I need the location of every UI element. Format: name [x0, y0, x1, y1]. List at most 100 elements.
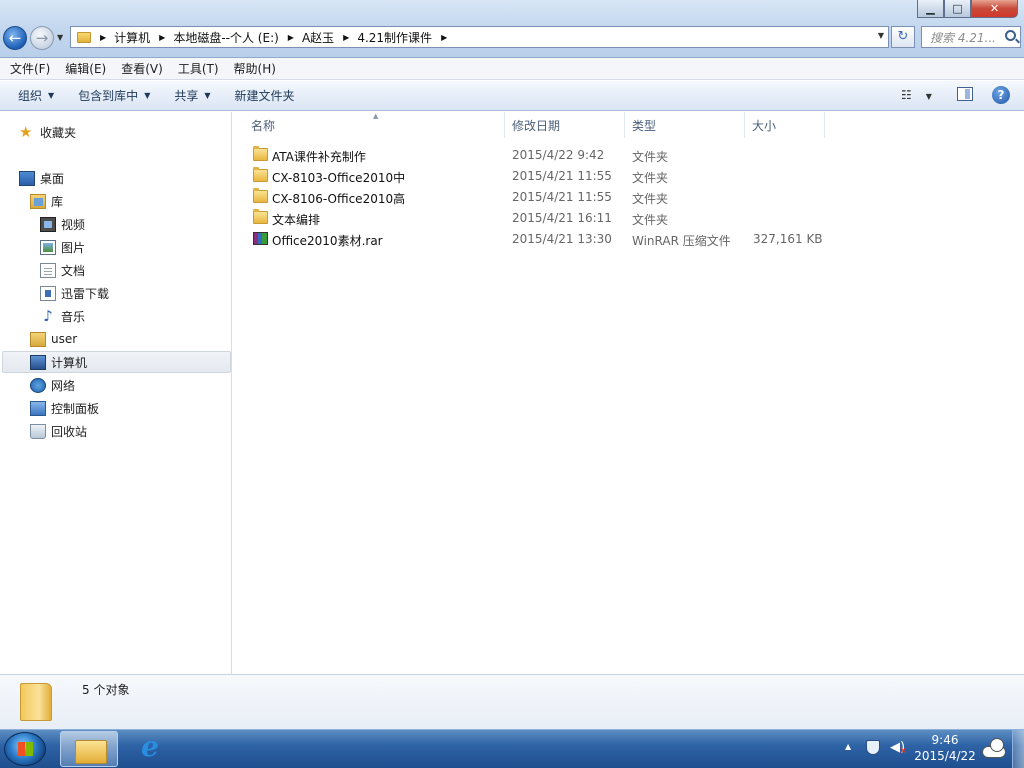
volume-muted-icon[interactable]: ◀) ✕ — [890, 740, 907, 757]
address-bar[interactable]: ▶ 计算机 ▶ 本地磁盘--个人 (E:) ▶ A赵玉 ▶ 4.21制作课件 ▶… — [70, 26, 889, 48]
file-row[interactable]: 文本编排 2015/4/21 16:11 文件夹 — [247, 208, 847, 229]
start-button[interactable] — [4, 732, 46, 766]
sidebar-item-libraries[interactable]: 库 — [30, 190, 63, 212]
breadcrumb-separator-icon[interactable]: ▶ — [159, 33, 165, 42]
sidebar-item-label: 控制面板 — [51, 401, 100, 416]
file-date-modified: 2015/4/21 16:11 — [512, 211, 612, 225]
breadcrumb-separator-icon[interactable]: ▶ — [441, 33, 447, 42]
refresh-button[interactable]: ↻ — [891, 26, 915, 48]
breadcrumb-current-folder[interactable]: 4.21制作课件 — [357, 29, 432, 46]
file-name: CX-8106-Office2010高 — [272, 192, 406, 206]
sidebar-item-computer[interactable]: 计算机 — [30, 351, 87, 373]
file-row[interactable]: ATA课件补充制作 2015/4/22 9:42 文件夹 — [247, 145, 847, 166]
sidebar-item-documents[interactable]: 文档 — [40, 259, 85, 281]
sidebar-item-desktop[interactable]: 桌面 — [19, 167, 64, 189]
sidebar-item-user[interactable]: user — [30, 328, 77, 350]
search-icon[interactable] — [1005, 30, 1016, 41]
organize-button[interactable]: 组织 ▼ — [18, 87, 54, 104]
help-icon[interactable]: ? — [992, 86, 1010, 104]
sidebar-item-pictures[interactable]: 图片 — [40, 236, 85, 258]
file-row[interactable]: CX-8106-Office2010高 2015/4/21 11:55 文件夹 — [247, 187, 847, 208]
breadcrumb-folder-zhaoyu[interactable]: A赵玉 — [302, 29, 334, 46]
include-in-library-button[interactable]: 包含到库中 ▼ — [78, 87, 150, 104]
sidebar-item-thunder-downloads[interactable]: 迅雷下载 — [40, 282, 109, 304]
file-date-modified: 2015/4/21 13:30 — [512, 232, 612, 246]
include-in-library-label: 包含到库中 — [78, 89, 139, 103]
chevron-down-icon: ▼ — [925, 92, 932, 101]
forward-button[interactable]: → — [30, 26, 54, 50]
sidebar-item-videos[interactable]: 视频 — [40, 213, 85, 235]
show-desktop-button[interactable] — [1012, 730, 1024, 768]
picture-icon — [40, 239, 56, 255]
search-input[interactable]: 搜索 4.21... — [921, 26, 1021, 48]
breadcrumb: 计算机 ▶ 本地磁盘--个人 (E:) ▶ A赵玉 ▶ 4.21制作课件 ▶ — [114, 29, 455, 46]
star-icon: ★ — [19, 122, 33, 141]
column-header-name[interactable]: 名称 — [243, 112, 505, 138]
preview-pane-icon[interactable] — [957, 87, 973, 101]
sidebar-item-control-panel[interactable]: 控制面板 — [30, 397, 99, 419]
change-view-button[interactable]: ☷ ▼ — [901, 88, 932, 102]
file-list: ▲ 名称 修改日期 类型 大小 ATA课件补充制作 2015/4/22 9:42… — [233, 112, 1024, 674]
file-type: 文件夹 — [632, 150, 669, 164]
address-folder-icon — [77, 31, 91, 43]
sidebar-item-favorites[interactable]: ★ 收藏夹 — [19, 121, 76, 143]
menu-help[interactable]: 帮助(H) — [234, 60, 276, 77]
file-row[interactable]: Office2010素材.rar 2015/4/21 13:30 WinRAR … — [247, 229, 847, 250]
winrar-archive-icon — [253, 232, 268, 245]
file-name: ATA课件补充制作 — [272, 150, 366, 164]
file-name: 文本编排 — [272, 213, 321, 227]
chevron-down-icon: ▼ — [48, 91, 55, 100]
menu-edit[interactable]: 编辑(E) — [65, 60, 106, 77]
control-panel-icon — [30, 400, 46, 416]
weather-gadget-icon[interactable] — [982, 736, 1008, 760]
maximize-button[interactable]: □ — [944, 0, 971, 18]
sidebar-item-music[interactable]: ♪ 音乐 — [40, 305, 85, 327]
chevron-down-icon: ▼ — [144, 91, 151, 100]
document-icon — [40, 262, 56, 278]
breadcrumb-separator-icon[interactable]: ▶ — [343, 33, 349, 42]
file-row[interactable]: CX-8103-Office2010中 2015/4/21 11:55 文件夹 — [247, 166, 847, 187]
sidebar-item-label: 图片 — [61, 240, 86, 255]
menu-bar: 文件(F) 编辑(E) 查看(V) 工具(T) 帮助(H) — [0, 58, 1024, 80]
column-header-date-modified[interactable]: 修改日期 — [504, 112, 625, 138]
new-folder-button[interactable]: 新建文件夹 — [235, 87, 295, 104]
share-label: 共享 — [174, 89, 199, 103]
breadcrumb-computer[interactable]: 计算机 — [114, 29, 150, 46]
navigation-pane: ★ 收藏夹 桌面 库 视频 图片 文档 迅雷下载 ♪ 音乐 user 计算机 网… — [0, 112, 232, 674]
sidebar-item-label: 网络 — [51, 378, 76, 393]
column-header-size[interactable]: 大小 — [744, 112, 825, 138]
command-bar: 组织 ▼ 包含到库中 ▼ 共享 ▼ 新建文件夹 — [0, 81, 1024, 111]
system-clock[interactable]: 9:46 2015/4/22 — [912, 732, 978, 764]
share-button[interactable]: 共享 ▼ — [174, 87, 210, 104]
menu-view[interactable]: 查看(V) — [121, 60, 163, 77]
sidebar-item-label: 库 — [51, 194, 64, 209]
taskbar-explorer-button[interactable] — [60, 731, 118, 767]
music-icon: ♪ — [43, 306, 53, 325]
download-icon — [40, 285, 56, 301]
video-icon — [40, 216, 56, 232]
sidebar-item-recycle-bin[interactable]: 回收站 — [30, 420, 87, 442]
minimize-button[interactable]: ▁ — [917, 0, 944, 18]
menu-tools[interactable]: 工具(T) — [178, 60, 219, 77]
address-history-dropdown[interactable]: ▼ — [878, 31, 884, 40]
menu-file[interactable]: 文件(F) — [10, 60, 50, 77]
folder-icon — [253, 209, 268, 224]
action-center-shield-icon[interactable] — [866, 740, 880, 755]
internet-explorer-icon[interactable]: e — [134, 732, 166, 764]
file-size: 327,161 KB — [753, 232, 823, 246]
show-hidden-icons-button[interactable]: ▲ — [845, 742, 851, 751]
new-folder-label: 新建文件夹 — [234, 89, 295, 103]
network-icon — [30, 377, 46, 393]
sidebar-item-label: 收藏夹 — [40, 125, 77, 140]
recent-pages-dropdown[interactable]: ▼ — [57, 33, 63, 42]
sidebar-item-network[interactable]: 网络 — [30, 374, 75, 396]
sidebar-item-label: 回收站 — [51, 424, 88, 439]
breadcrumb-drive-e[interactable]: 本地磁盘--个人 (E:) — [173, 29, 278, 46]
column-header-type[interactable]: 类型 — [624, 112, 745, 138]
breadcrumb-separator-icon[interactable]: ▶ — [100, 33, 106, 42]
back-button[interactable]: ← — [3, 26, 27, 50]
sidebar-item-label: 文档 — [61, 263, 86, 278]
close-button[interactable]: ✕ — [971, 0, 1018, 18]
chevron-down-icon: ▼ — [204, 91, 211, 100]
breadcrumb-separator-icon[interactable]: ▶ — [288, 33, 294, 42]
